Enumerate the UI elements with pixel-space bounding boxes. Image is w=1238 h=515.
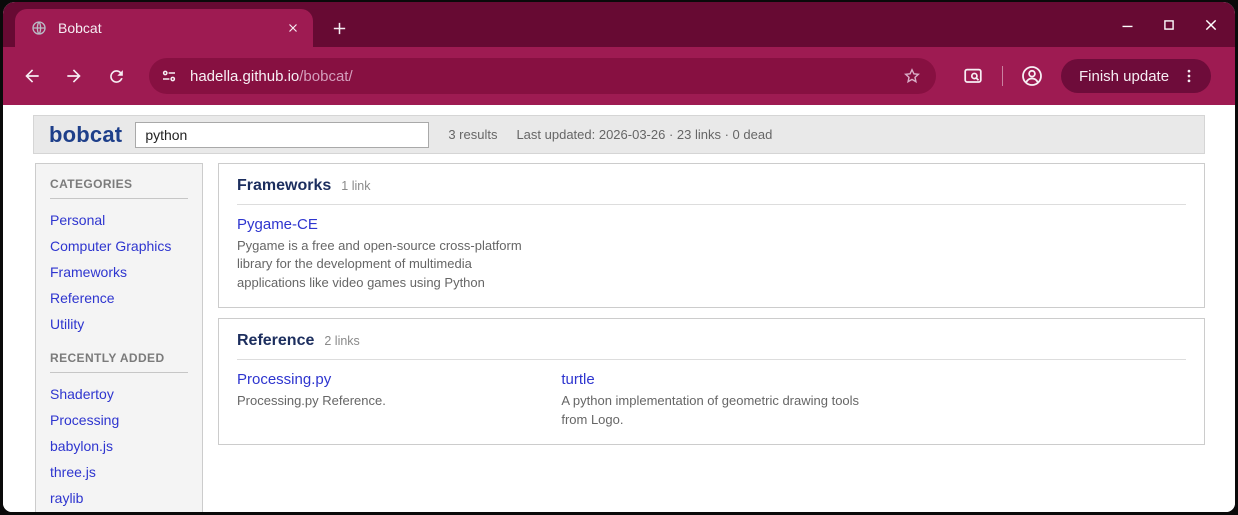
close-window-icon[interactable] (1203, 17, 1219, 33)
category-card-reference: Reference 2 links Processing.py Processi… (218, 318, 1205, 446)
card-divider (237, 204, 1186, 205)
tab-strip: Bobcat (3, 2, 1235, 47)
sidebar-item-reference[interactable]: Reference (50, 285, 188, 311)
tab-close-icon[interactable] (283, 18, 303, 38)
results-count: 3 results (448, 127, 498, 142)
card-divider (237, 359, 1186, 361)
link-description: A python implementation of geometric dra… (561, 393, 860, 427)
browser-toolbar: hadella.github.io/bobcat/ Finish update (3, 47, 1235, 105)
tab-title: Bobcat (58, 20, 102, 36)
finish-update-label: Finish update (1079, 67, 1170, 85)
reload-icon[interactable] (99, 59, 133, 93)
browser-tab[interactable]: Bobcat (15, 9, 313, 47)
sidebar-item-processing[interactable]: Processing (50, 407, 188, 433)
forward-icon[interactable] (57, 59, 91, 93)
page-content: bobcat 3 results Last updated: 2026-03-2… (3, 105, 1235, 512)
profile-icon[interactable] (1017, 61, 1047, 91)
sidebar-heading-categories: CATEGORIES (50, 177, 188, 199)
sidebar-item-raylib[interactable]: raylib (50, 485, 188, 511)
results-list: Frameworks 1 link Pygame-CE Pygame is a … (218, 163, 1205, 446)
link-description: Pygame is a free and open-source cross-p… (237, 238, 522, 290)
sidebar: CATEGORIES Personal Computer Graphics Fr… (35, 163, 203, 512)
toolbar-separator (1002, 66, 1003, 86)
category-card-frameworks: Frameworks 1 link Pygame-CE Pygame is a … (218, 163, 1205, 309)
sidebar-item-babylonjs[interactable]: babylon.js (50, 433, 188, 459)
browser-window: Bobcat hadella.github.io/bobcat/ Finish … (3, 2, 1235, 512)
url-text: hadella.github.io/bobcat/ (190, 68, 353, 85)
link-entry-turtle: turtle A python implementation of geomet… (561, 371, 861, 429)
globe-favicon-icon (31, 20, 47, 36)
card-entries: Processing.py Processing.py Reference. t… (237, 371, 1186, 429)
back-icon[interactable] (15, 59, 49, 93)
new-tab-icon[interactable] (326, 15, 352, 41)
sidebar-heading-recently-added: RECENTLY ADDED (50, 351, 188, 373)
sidebar-item-computer-graphics[interactable]: Computer Graphics (50, 233, 188, 259)
link-entry-processing-py: Processing.py Processing.py Reference. (237, 371, 537, 429)
content-area: CATEGORIES Personal Computer Graphics Fr… (35, 163, 1205, 512)
url-host: hadella.github.io (190, 67, 300, 85)
card-title: Reference (237, 332, 315, 350)
card-title: Frameworks (237, 177, 332, 194)
minimize-icon[interactable] (1119, 17, 1135, 33)
card-header: Frameworks 1 link (237, 177, 1186, 195)
bookmark-star-icon[interactable] (902, 66, 922, 86)
sidebar-item-frameworks[interactable]: Frameworks (50, 259, 188, 285)
card-link-count: 1 link (341, 179, 371, 193)
card-header: Reference 2 links (237, 332, 1186, 350)
search-input[interactable] (135, 121, 430, 148)
link-processing-py[interactable]: Processing.py (237, 371, 331, 388)
sidebar-item-shadertoy[interactable]: Shadertoy (50, 381, 188, 407)
url-path: /bobcat/ (299, 67, 353, 85)
window-controls (1119, 2, 1219, 47)
site-logo: bobcat (49, 121, 123, 147)
status-text: Last updated: 2026-03-26 · 23 links · 0 … (516, 127, 773, 142)
sidebar-item-threejs[interactable]: three.js (50, 459, 188, 485)
link-description: Processing.py Reference. (237, 393, 386, 409)
menu-dots-icon[interactable] (1177, 64, 1201, 88)
sidebar-item-personal[interactable]: Personal (50, 207, 188, 233)
link-pygame-ce[interactable]: Pygame-CE (237, 216, 318, 233)
finish-update-button[interactable]: Finish update (1061, 59, 1212, 93)
link-entry-pygame-ce: Pygame-CE Pygame is a free and open-sour… (237, 216, 537, 292)
link-turtle[interactable]: turtle (561, 371, 594, 388)
address-bar[interactable]: hadella.github.io/bobcat/ (149, 58, 936, 94)
site-header: bobcat 3 results Last updated: 2026-03-2… (33, 115, 1205, 154)
sidebar-item-utility[interactable]: Utility (50, 311, 188, 337)
card-link-count: 2 links (324, 334, 360, 349)
maximize-icon[interactable] (1161, 17, 1177, 33)
side-search-icon[interactable] (958, 61, 988, 91)
tune-icon[interactable] (160, 67, 178, 85)
card-entries: Pygame-CE Pygame is a free and open-sour… (237, 216, 1186, 292)
